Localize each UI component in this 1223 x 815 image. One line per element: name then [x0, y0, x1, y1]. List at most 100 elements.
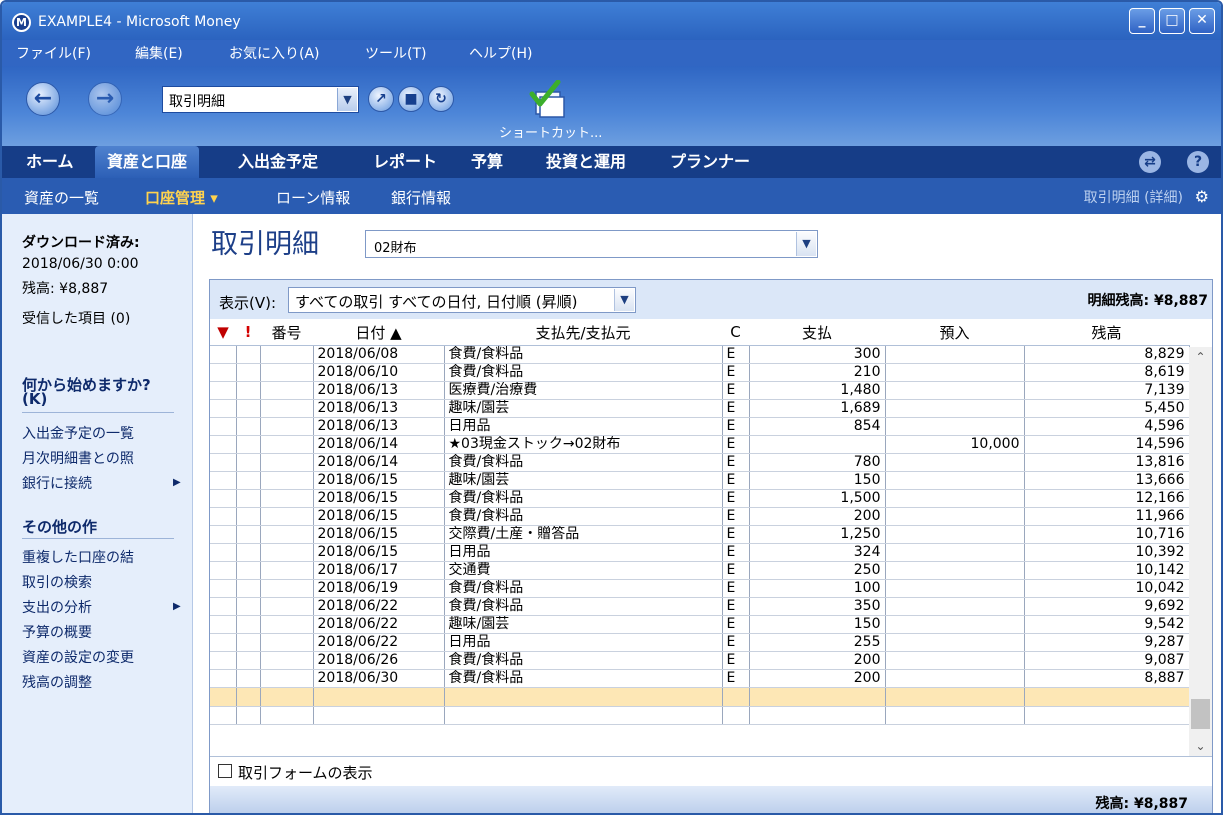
empty-cell[interactable]: [1024, 687, 1190, 707]
row-payee[interactable]: 食費/食料品: [444, 507, 723, 526]
row-number[interactable]: [260, 363, 314, 382]
table-row[interactable]: 2018/06/14 ★03現金ストック→02財布 E 10,000 14,596: [210, 435, 1190, 454]
empty-cell[interactable]: [749, 687, 886, 707]
row-number[interactable]: [260, 471, 314, 490]
shortcut-checkmark-icon[interactable]: [526, 80, 566, 120]
exclamation-icon[interactable]: !: [236, 320, 260, 346]
row-payee[interactable]: 食費/食料品: [444, 597, 723, 616]
row-payment[interactable]: 255: [749, 633, 886, 652]
forward-arrow-icon[interactable]: →: [88, 82, 122, 116]
col-payee[interactable]: 支払先/支払元: [444, 320, 722, 346]
empty-cell[interactable]: [210, 687, 237, 707]
row-flag[interactable]: [210, 345, 237, 364]
tab-accounts[interactable]: 資産と口座: [95, 146, 200, 178]
row-deposit[interactable]: [885, 615, 1025, 634]
row-excl[interactable]: [236, 579, 261, 598]
row-cleared[interactable]: E: [722, 651, 750, 670]
table-row[interactable]: 2018/06/13 医療費/治療費 E 1,480 7,139: [210, 381, 1190, 400]
subtab-accounts-list[interactable]: 資産の一覧: [24, 187, 99, 208]
row-date[interactable]: 2018/06/15: [313, 489, 445, 508]
row-excl[interactable]: [236, 471, 261, 490]
row-payee[interactable]: 食費/食料品: [444, 669, 723, 688]
row-balance[interactable]: 13,666: [1024, 471, 1190, 490]
row-deposit[interactable]: [885, 417, 1025, 436]
empty-cell[interactable]: [444, 706, 723, 725]
col-balance[interactable]: 残高: [1024, 320, 1189, 346]
row-date[interactable]: 2018/06/22: [313, 597, 445, 616]
row-flag[interactable]: [210, 489, 237, 508]
row-excl[interactable]: [236, 669, 261, 688]
table-row[interactable]: 2018/06/19 食費/食料品 E 100 10,042: [210, 579, 1190, 598]
row-date[interactable]: 2018/06/08: [313, 345, 445, 364]
row-number[interactable]: [260, 633, 314, 652]
row-payment[interactable]: 854: [749, 417, 886, 436]
go-icon[interactable]: ↗: [368, 86, 394, 112]
empty-cell[interactable]: [444, 687, 723, 707]
row-payment[interactable]: 150: [749, 471, 886, 490]
row-excl[interactable]: [236, 399, 261, 418]
tab-planner[interactable]: プランナー: [658, 146, 762, 178]
row-deposit[interactable]: [885, 597, 1025, 616]
flag-icon[interactable]: ▼: [210, 320, 236, 346]
row-deposit[interactable]: [885, 363, 1025, 382]
row-excl[interactable]: [236, 543, 261, 562]
row-payee[interactable]: 食費/食料品: [444, 651, 723, 670]
row-deposit[interactable]: [885, 507, 1025, 526]
close-button[interactable]: ✕: [1189, 8, 1215, 34]
row-flag[interactable]: [210, 669, 237, 688]
stop-icon[interactable]: ■: [398, 86, 424, 112]
row-flag[interactable]: [210, 471, 237, 490]
row-payee[interactable]: 食費/食料品: [444, 363, 723, 382]
row-flag[interactable]: [210, 633, 237, 652]
link-bills-list[interactable]: 入出金予定の一覧: [22, 423, 134, 443]
row-balance[interactable]: 10,142: [1024, 561, 1190, 580]
link-reconcile[interactable]: 月次明細書との照: [22, 448, 134, 468]
table-row[interactable]: 2018/06/08 食費/食料品 E 300 8,829: [210, 345, 1190, 364]
empty-cell[interactable]: [236, 706, 261, 725]
row-cleared[interactable]: E: [722, 489, 750, 508]
chevron-down-icon[interactable]: ▼: [337, 88, 357, 111]
row-date[interactable]: 2018/06/10: [313, 363, 445, 382]
empty-cell[interactable]: [1024, 706, 1190, 725]
empty-cell[interactable]: [749, 706, 886, 725]
row-payee[interactable]: 医療費/治療費: [444, 381, 723, 400]
row-balance[interactable]: 5,450: [1024, 399, 1190, 418]
tab-home[interactable]: ホーム: [14, 146, 86, 178]
row-payment[interactable]: 210: [749, 363, 886, 382]
link-find-transactions[interactable]: 取引の検索: [22, 572, 92, 592]
row-payee[interactable]: 食費/食料品: [444, 345, 723, 364]
row-balance[interactable]: 8,619: [1024, 363, 1190, 382]
row-flag[interactable]: [210, 651, 237, 670]
row-date[interactable]: 2018/06/15: [313, 471, 445, 490]
row-deposit[interactable]: [885, 399, 1025, 418]
row-deposit[interactable]: [885, 345, 1025, 364]
link-budget-summary[interactable]: 予算の概要: [22, 622, 92, 642]
table-row[interactable]: 2018/06/22 食費/食料品 E 350 9,692: [210, 597, 1190, 616]
row-payee[interactable]: ★03現金ストック→02財布: [444, 435, 723, 454]
empty-cell[interactable]: [722, 706, 750, 725]
connect-icon[interactable]: ⇄: [1139, 151, 1161, 173]
col-cleared[interactable]: C: [722, 320, 749, 346]
row-cleared[interactable]: E: [722, 597, 750, 616]
row-date[interactable]: 2018/06/13: [313, 381, 445, 400]
row-date[interactable]: 2018/06/14: [313, 435, 445, 454]
link-account-settings[interactable]: 資産の設定の変更: [22, 647, 134, 667]
subtab-account-manage[interactable]: 口座管理 ▾: [145, 187, 218, 208]
gears-icon[interactable]: ⚙: [1195, 187, 1209, 206]
row-balance[interactable]: 14,596: [1024, 435, 1190, 454]
row-balance[interactable]: 10,042: [1024, 579, 1190, 598]
col-payment[interactable]: 支払: [749, 320, 885, 346]
row-payment[interactable]: 1,689: [749, 399, 886, 418]
table-row[interactable]: 2018/06/15 食費/食料品 E 200 11,966: [210, 507, 1190, 526]
row-deposit[interactable]: 10,000: [885, 435, 1025, 454]
row-cleared[interactable]: E: [722, 543, 750, 562]
row-payee[interactable]: 趣味/園芸: [444, 399, 723, 418]
table-row[interactable]: 2018/06/26 食費/食料品 E 200 9,087: [210, 651, 1190, 670]
row-cleared[interactable]: E: [722, 363, 750, 382]
refresh-icon[interactable]: ↻: [428, 86, 454, 112]
table-row[interactable]: 2018/06/17 交通費 E 250 10,142: [210, 561, 1190, 580]
row-balance[interactable]: 7,139: [1024, 381, 1190, 400]
row-cleared[interactable]: E: [722, 381, 750, 400]
row-number[interactable]: [260, 597, 314, 616]
row-balance[interactable]: 9,542: [1024, 615, 1190, 634]
